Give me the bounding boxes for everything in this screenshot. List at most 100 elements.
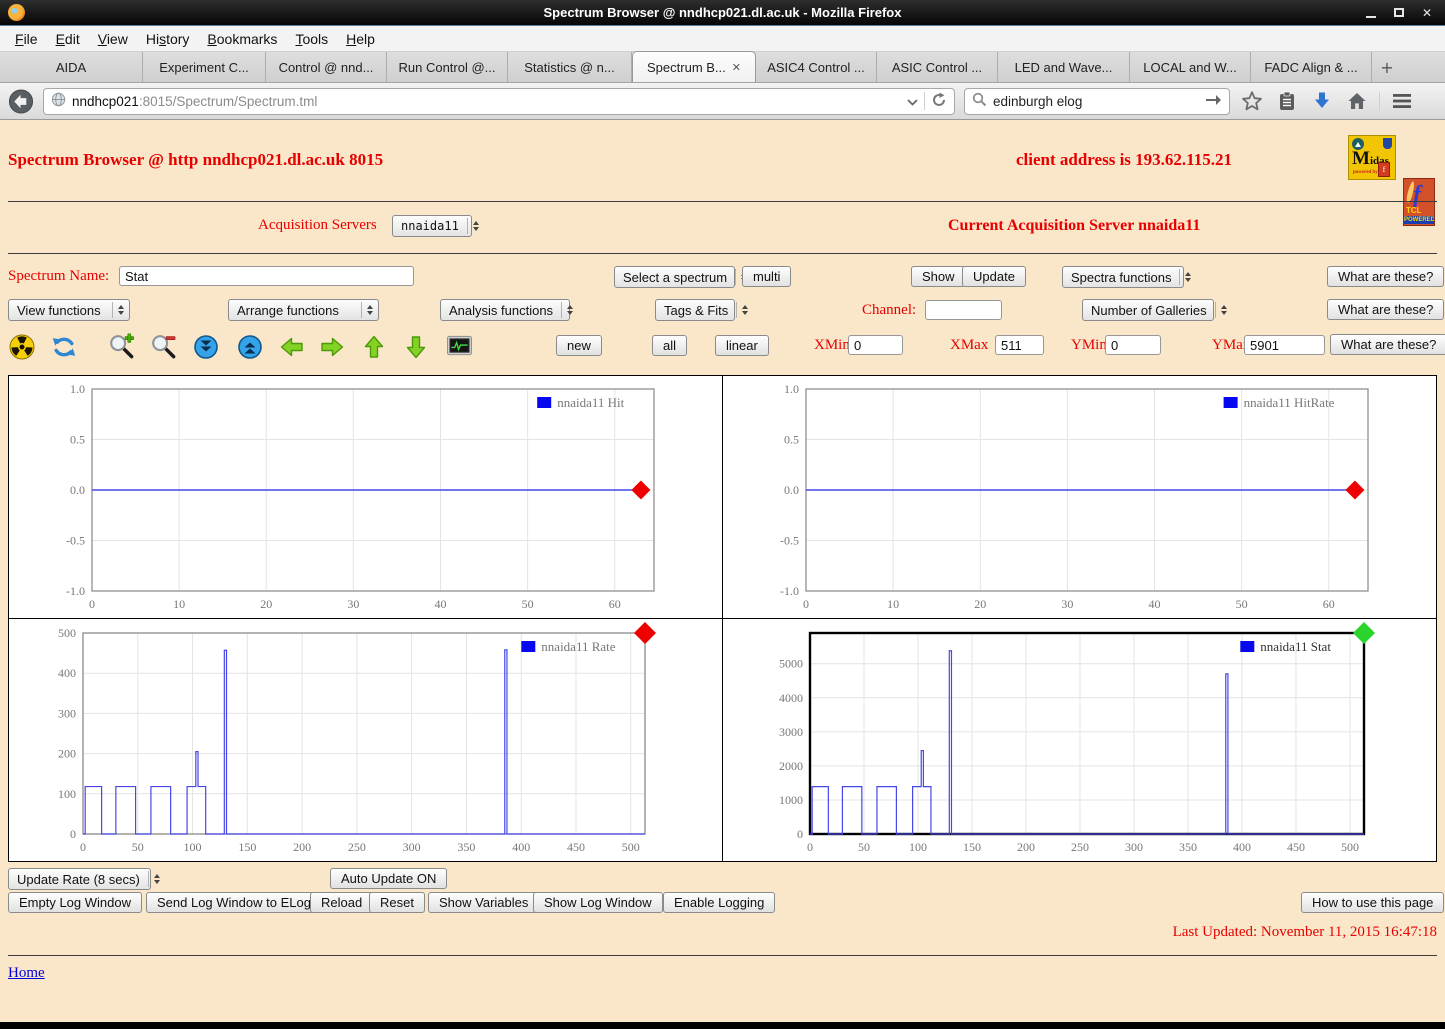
move-left-icon[interactable] xyxy=(278,333,305,360)
search-input[interactable]: edinburgh elog xyxy=(964,87,1230,115)
svg-text:300: 300 xyxy=(403,840,421,854)
bookmarks-list-icon[interactable] xyxy=(1274,91,1300,112)
tab-label: ASIC4 Control ... xyxy=(767,59,865,75)
select-spectrum-select[interactable]: Select a spectrum xyxy=(614,266,748,288)
menu-help[interactable]: Help xyxy=(337,28,384,50)
home-icon[interactable] xyxy=(1344,90,1370,112)
acquisition-server-select[interactable]: nnaida11 xyxy=(392,215,479,237)
browser-tab-11[interactable]: FADC Align & ... xyxy=(1251,52,1372,82)
update-rate-select[interactable]: Update Rate (8 secs) xyxy=(8,868,160,890)
svg-text:0: 0 xyxy=(70,827,76,841)
new-tab-button[interactable]: + xyxy=(1372,53,1402,82)
browser-tab-8[interactable]: ASIC Control ... xyxy=(877,52,998,82)
browser-tab-6[interactable]: Spectrum B... ✕ xyxy=(632,51,756,82)
zoom-out-icon[interactable] xyxy=(150,333,177,360)
menu-file[interactable]: File xyxy=(6,28,47,50)
tab-label: Experiment C... xyxy=(159,59,249,75)
expand-y-icon[interactable] xyxy=(236,333,263,360)
downloads-icon[interactable] xyxy=(1309,90,1335,112)
empty-log-window-button[interactable]: Empty Log Window xyxy=(8,892,142,913)
page-content: Spectrum Browser @ http nndhcp021.dl.ac.… xyxy=(0,120,1445,1022)
update-button[interactable]: Update xyxy=(962,266,1026,287)
menu-bookmarks[interactable]: Bookmarks xyxy=(198,28,286,50)
browser-tab-5[interactable]: Statistics @ n... xyxy=(508,52,632,82)
channel-input[interactable] xyxy=(925,300,1002,320)
linear-button[interactable]: linear xyxy=(715,335,769,356)
radiation-icon[interactable] xyxy=(8,333,35,360)
minimize-button[interactable] xyxy=(1359,3,1383,23)
browser-tab-3[interactable]: Control @ nnd... xyxy=(266,52,387,82)
send-log-window-to-elog-button[interactable]: Send Log Window to ELog xyxy=(146,892,322,913)
svg-text:10: 10 xyxy=(887,597,899,611)
menu-history[interactable]: History xyxy=(137,28,199,50)
last-updated-label: Last Updated: November 11, 2015 16:47:18 xyxy=(1172,924,1437,940)
show-variables-button[interactable]: Show Variables xyxy=(428,892,540,913)
all-button[interactable]: all xyxy=(652,335,688,356)
number-of-galleries-select[interactable]: Number of Galleries xyxy=(1082,299,1227,321)
browser-tab-7[interactable]: ASIC4 Control ... xyxy=(756,52,877,82)
browser-tab-1[interactable]: AIDA xyxy=(0,52,143,82)
new-button[interactable]: new xyxy=(556,335,602,356)
hamburger-menu-icon[interactable] xyxy=(1389,93,1415,109)
what-are-these-button-1[interactable]: What are these? xyxy=(1327,266,1445,287)
menu-edit[interactable]: Edit xyxy=(47,28,89,50)
how-to-use-button[interactable]: How to use this page xyxy=(1301,892,1445,913)
show-button[interactable]: Show xyxy=(911,266,966,287)
tab-bar: AIDA Experiment C... Control @ nnd... Run C… xyxy=(0,51,1445,83)
menu-view[interactable]: View xyxy=(89,28,137,50)
tab-close-icon[interactable]: ✕ xyxy=(732,61,741,74)
what-are-these-button-3[interactable]: What are these? xyxy=(1330,334,1445,355)
enable-logging-button[interactable]: Enable Logging xyxy=(663,892,776,913)
zoom-in-icon[interactable] xyxy=(108,333,135,360)
show-log-window-button[interactable]: Show Log Window xyxy=(533,892,663,913)
arrange-functions-select[interactable]: Arrange functions xyxy=(228,299,379,321)
home-link[interactable]: Home xyxy=(8,965,45,982)
svg-text:-1.0: -1.0 xyxy=(66,584,85,598)
svg-text:200: 200 xyxy=(58,747,76,761)
browser-tab-4[interactable]: Run Control @... xyxy=(387,52,508,82)
search-go-icon[interactable] xyxy=(1205,93,1222,110)
select-arrows-icon xyxy=(561,302,574,318)
auto-update-button[interactable]: Auto Update ON xyxy=(330,868,448,889)
window-title: Spectrum Browser @ nndhcp021.dl.ac.uk - … xyxy=(543,5,902,20)
browser-tab-2[interactable]: Experiment C... xyxy=(143,52,266,82)
reset-button[interactable]: Reset xyxy=(369,892,425,913)
ymax-input[interactable] xyxy=(1244,335,1325,355)
move-right-icon[interactable] xyxy=(318,333,345,360)
reload-button[interactable]: Reload xyxy=(310,892,374,913)
svg-text:150: 150 xyxy=(963,840,981,854)
svg-text:30: 30 xyxy=(347,597,359,611)
back-button[interactable] xyxy=(8,88,34,115)
url-bar[interactable]: nndhcp021:8015/Spectrum/Spectrum.tml xyxy=(43,87,955,115)
xmax-input[interactable] xyxy=(995,335,1044,355)
tags-fits-select[interactable]: Tags & Fits xyxy=(655,299,749,321)
analysis-functions-select[interactable]: Analysis functions xyxy=(440,299,574,321)
svg-text:500: 500 xyxy=(58,626,76,640)
display-icon[interactable] xyxy=(446,333,473,360)
multi-button[interactable]: multi xyxy=(742,266,792,287)
view-functions-select[interactable]: View functions xyxy=(8,299,130,321)
menu-tools[interactable]: Tools xyxy=(286,28,337,50)
maximize-button[interactable] xyxy=(1387,3,1411,23)
move-up-icon[interactable] xyxy=(360,333,387,360)
close-button[interactable]: ✕ xyxy=(1415,3,1439,23)
ymin-input[interactable] xyxy=(1105,335,1161,355)
url-path: :8015/Spectrum/Spectrum.tml xyxy=(138,93,318,109)
what-are-these-button-2[interactable]: What are these? xyxy=(1327,299,1445,320)
svg-text:250: 250 xyxy=(1071,840,1089,854)
browser-tab-9[interactable]: LED and Wave... xyxy=(998,52,1130,82)
url-dropdown-icon[interactable] xyxy=(907,94,918,109)
hitrate-chart: 0 10 20 30 40 50 60 -1.0 -0.5 0.0 0.5 1.0 nnaida11 H… xyxy=(780,382,1369,611)
compress-y-icon[interactable] xyxy=(192,333,219,360)
svg-text:-1.0: -1.0 xyxy=(780,584,799,598)
spectra-functions-select[interactable]: Spectra functions xyxy=(1062,266,1192,288)
spectrum-name-input[interactable] xyxy=(119,266,414,286)
bookmark-star-icon[interactable] xyxy=(1239,90,1265,112)
chart-panel-hit: 0 10 20 30 40 50 60 -1.0 -0.5 0.0 0.5 1.0 nnaida11 H… xyxy=(9,376,722,618)
reload-icon[interactable] xyxy=(931,92,947,111)
move-down-icon[interactable] xyxy=(402,333,429,360)
browser-tab-10[interactable]: LOCAL and W... xyxy=(1130,52,1251,82)
refresh-icon[interactable] xyxy=(50,333,77,360)
xmin-input[interactable] xyxy=(848,335,903,355)
svg-text:-0.5: -0.5 xyxy=(66,534,85,548)
